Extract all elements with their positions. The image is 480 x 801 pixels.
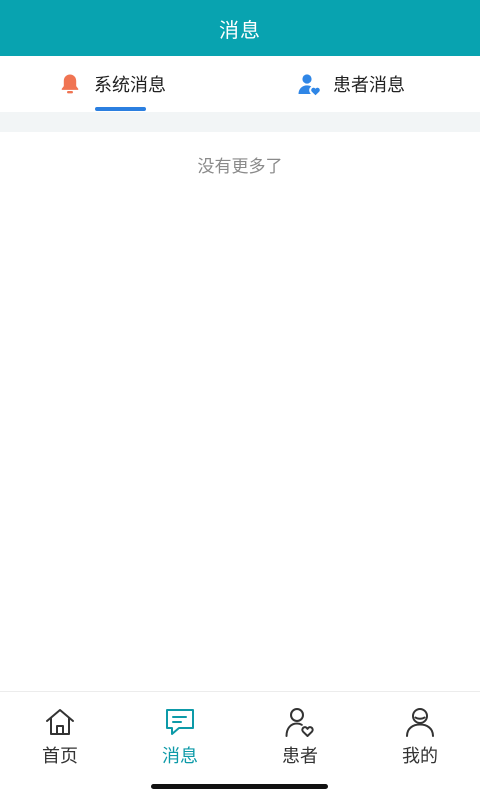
bell-icon (61, 74, 79, 94)
tab-system-messages-label: 系统消息 (94, 75, 166, 96)
nav-patients-label: 患者 (282, 746, 318, 767)
message-tabs: 系统消息 患者消息 (0, 56, 480, 112)
message-icon (166, 709, 194, 735)
tab-system-messages[interactable]: 系统消息 (58, 56, 166, 112)
home-indicator (151, 784, 328, 789)
patient-heart-icon (298, 74, 320, 96)
tab-patient-messages[interactable]: 患者消息 (297, 56, 405, 112)
nav-mine-label: 我的 (402, 746, 438, 767)
home-icon (46, 709, 74, 735)
section-divider (0, 112, 480, 132)
nav-patients[interactable]: 患者 (240, 706, 360, 768)
page-title: 消息 (219, 17, 261, 42)
app-header: 消息 (0, 0, 480, 56)
active-tab-indicator (95, 107, 146, 111)
user-icon (406, 708, 434, 737)
no-more-text: 没有更多了 (197, 157, 283, 177)
nav-messages[interactable]: 消息 (120, 706, 240, 768)
patient-icon (285, 708, 314, 737)
nav-home-label: 首页 (42, 746, 78, 767)
tab-patient-messages-label: 患者消息 (333, 75, 405, 96)
nav-messages-label: 消息 (162, 746, 198, 767)
nav-home[interactable]: 首页 (0, 706, 120, 768)
nav-mine[interactable]: 我的 (360, 706, 480, 768)
